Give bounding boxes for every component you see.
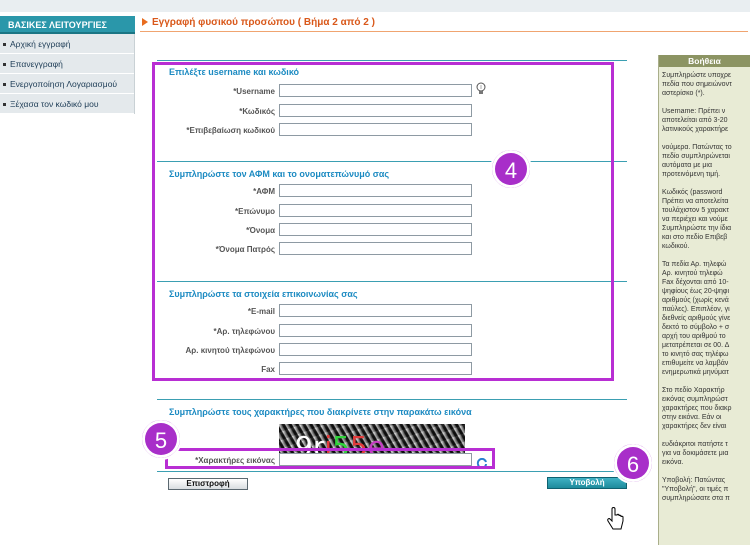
help-line: επιθυμείτε να λαμβάν [662, 360, 729, 367]
sidebar-menu: Αρχική εγγραφή Επανεγγραφή Ενεργοποίηση … [0, 34, 135, 114]
help-body: Συμπληρώστε υποχρε πεδία που σημειώνοντ ασ… [659, 67, 750, 507]
help-panel: Βοήθεια Συμπληρώστε υποχρε πεδία που σημε… [658, 55, 750, 545]
help-line: Υποβολή: Πατώντας [662, 477, 726, 484]
help-line [662, 251, 747, 260]
help-title: Βοήθεια [659, 55, 750, 67]
help-line: Username: Πρέπει ν [662, 108, 726, 115]
sidebar-item-label: Ενεργοποίηση Λογαριασμού [10, 79, 118, 89]
help-line [662, 98, 747, 107]
help-line: Συμπληρώστε την ίδια [662, 225, 732, 232]
help-line: το κινητό σας τηλέφω [662, 351, 729, 358]
top-strip [0, 0, 750, 12]
sidebar-header: ΒΑΣΙΚΕΣ ΛΕΙΤΟΥΡΓΙΕΣ [0, 16, 135, 34]
page-title: Εγγραφή φυσικού προσώπου ( Βήμα 2 από 2 … [152, 17, 375, 28]
help-line: συμπληρώσατε στα π [662, 495, 730, 502]
help-line: χαρακτήρες που διακρ [662, 405, 732, 412]
help-line: χαρακτήρες δεν είναι [662, 423, 727, 430]
highlight-box-captcha [165, 448, 495, 469]
help-line: πεδίο συμπληρώνεται [662, 153, 730, 160]
help-line: Συμπληρώστε υποχρε [662, 72, 732, 79]
help-line: κωδικού. [662, 243, 690, 250]
help-line: ευδιάκριτοι πατήστε τ [662, 441, 728, 448]
sidebar-item-re-registration[interactable]: Επανεγγραφή [0, 54, 134, 74]
step-badge-4: 4 [490, 148, 532, 190]
sidebar: ΒΑΣΙΚΕΣ ΛΕΙΤΟΥΡΓΙΕΣ Αρχική εγγραφή Επανε… [0, 12, 137, 545]
help-line [662, 377, 747, 386]
help-line: προτεινόμενη τιμή. [662, 171, 721, 178]
hand-cursor-icon [606, 507, 626, 533]
step-badge-5: 5 [140, 418, 182, 460]
help-line: Αρ. κινητού τηλεφώ [662, 270, 723, 277]
help-line: πεδία που σημειώνοντ [662, 81, 732, 88]
help-line: παύλες). Επιπλέον, γι [662, 306, 730, 313]
help-line [662, 134, 747, 143]
help-line: αποτελείται από 3-20 [662, 117, 728, 124]
section-divider [157, 60, 627, 61]
help-line: μετατρέπεται σε 00. Δ [662, 342, 730, 349]
help-line: εικόνας συμπληρώστ [662, 396, 728, 403]
help-line: αστερίσκο (*). [662, 90, 705, 97]
help-line: αριθμούς (χωρίς κενά [662, 297, 729, 304]
sidebar-item-initial-registration[interactable]: Αρχική εγγραφή [0, 34, 134, 54]
help-line [662, 467, 747, 476]
captcha-section-title: Συμπληρώστε τους χαρακτήρες που διακρίνε… [169, 407, 472, 417]
title-arrow-icon [142, 18, 148, 26]
help-line [662, 431, 747, 440]
help-line: Στο πεδίο Χαρακτήρ [662, 387, 725, 394]
sidebar-item-label: Επανεγγραφή [10, 59, 63, 69]
help-line: για να δοκιμάσετε μια [662, 450, 729, 457]
help-line: ψηφίους έως 20-ψηφι [662, 288, 730, 295]
help-line: Κωδικός (password [662, 189, 723, 196]
help-line [662, 179, 747, 188]
step-badge-6: 6 [612, 442, 654, 484]
help-line: νούμερα. Πατώντας το [662, 144, 732, 151]
help-line: διεθνείς αριθμούς γίνε [662, 315, 731, 322]
section-divider [157, 399, 627, 400]
help-line: και στο πεδίο Επιβεβ [662, 234, 728, 241]
help-line: ενημερωτικά μηνύματ [662, 369, 729, 376]
help-line: Fax δέχονται από 10- [662, 279, 729, 286]
help-line: αρχή του αριθμού το [662, 333, 726, 340]
back-button[interactable]: Επιστροφή [168, 478, 248, 490]
section-divider [157, 471, 627, 472]
page-title-bar: Εγγραφή φυσικού προσώπου ( Βήμα 2 από 2 … [140, 14, 748, 32]
help-line: τουλάχιστον 5 χαρακτ [662, 207, 730, 214]
submit-button[interactable]: Υποβολή [547, 477, 627, 489]
help-line: Τα πεδία Αρ. τηλεφώ [662, 261, 727, 268]
help-line: "Υποβολή", οι τιμές π [662, 486, 729, 493]
sidebar-item-account-activation[interactable]: Ενεργοποίηση Λογαριασμού [0, 74, 134, 94]
highlight-box-form [152, 62, 614, 381]
sidebar-item-label: Ξέχασα τον κωδικό μου [10, 99, 99, 109]
help-line: να περιέχει και νούμε [662, 216, 728, 223]
help-line: στην εικόνα. Εάν οι [662, 414, 722, 421]
sidebar-item-forgot-password[interactable]: Ξέχασα τον κωδικό μου [0, 94, 134, 114]
help-line: λατινικούς χαρακτήρε [662, 126, 729, 133]
help-line: Πρέπει να αποτελείτα [662, 198, 729, 205]
help-line: εικόνα. [662, 459, 684, 466]
help-line: αυτόματα με μια [662, 162, 713, 169]
sidebar-item-label: Αρχική εγγραφή [10, 39, 71, 49]
help-line: δεκτό το σύμβολο + σ [662, 324, 730, 331]
